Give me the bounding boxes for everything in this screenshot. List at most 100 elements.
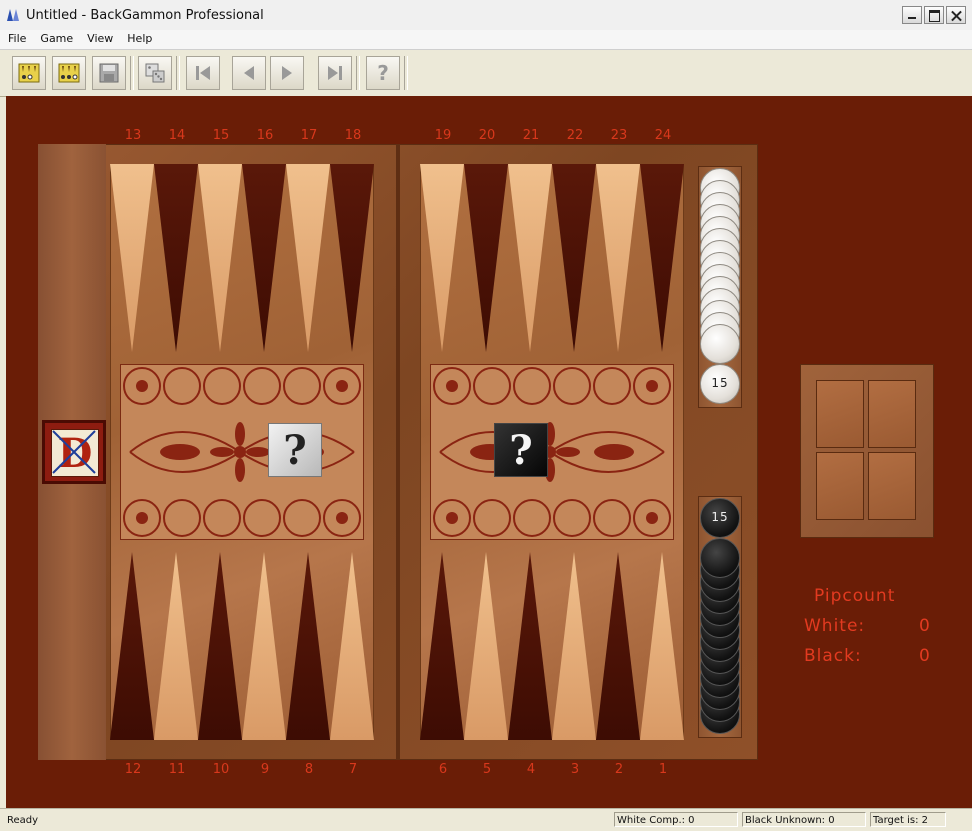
point-2[interactable] [596,552,640,740]
white-checker [700,324,740,364]
point-number: 21 [522,128,540,143]
point-13[interactable] [110,164,154,352]
dice-box[interactable] [800,364,934,538]
toolbar-separator [130,56,134,90]
title-bar: Untitled - BackGammon Professional [0,0,972,31]
point-number: 12 [124,762,142,777]
black-bearoff-tray[interactable]: 15 [698,496,742,738]
point-20[interactable] [464,164,508,352]
point-19[interactable] [420,164,464,352]
doubling-cube[interactable]: D [42,420,106,484]
point-number: 22 [566,128,584,143]
point-7[interactable] [330,552,374,740]
hint-button[interactable]: ? [366,56,400,90]
status-bar: Ready White Comp.: 0 Black Unknown: 0 Ta… [0,808,972,831]
point-number: 16 [256,128,274,143]
dice-box-cell [816,452,864,520]
minimize-button[interactable] [902,6,922,24]
menu-game[interactable]: Game [32,30,79,45]
cube-disabled-cross-icon [52,430,96,474]
close-button[interactable] [946,6,966,24]
point-1[interactable] [640,552,684,740]
last-move-icon [328,66,342,80]
point-number: 24 [654,128,672,143]
help-icon: ? [377,62,389,84]
next-move-button[interactable] [270,56,304,90]
point-number: 8 [304,762,314,777]
point-23[interactable] [596,164,640,352]
point-10[interactable] [198,552,242,740]
pipcount-black-value: 0 [919,646,931,666]
pipcount-black-label: Black: [804,646,862,666]
point-12[interactable] [110,552,154,740]
dice-box-cell [868,380,916,448]
first-move-button[interactable] [186,56,220,90]
point-3[interactable] [552,552,596,740]
new-match-button[interactable] [52,56,86,90]
svg-text:?: ? [377,62,389,84]
white-off-count: 15 [711,376,729,390]
point-number: 4 [526,762,536,777]
next-move-icon [282,66,292,80]
new-game-button[interactable] [12,56,46,90]
pipcount-title: Pipcount [814,586,896,606]
point-9[interactable] [242,552,286,740]
point-14[interactable] [154,164,198,352]
point-6[interactable] [420,552,464,740]
point-number: 10 [212,762,230,777]
maximize-button[interactable] [924,6,944,24]
point-22[interactable] [552,164,596,352]
point-number: 3 [570,762,580,777]
black-die[interactable]: ? [494,423,548,477]
point-number: 6 [438,762,448,777]
previous-move-button[interactable] [232,56,266,90]
menu-file[interactable]: File [0,30,32,45]
roll-dice-button[interactable] [138,56,172,90]
point-5[interactable] [464,552,508,740]
point-number: 17 [300,128,318,143]
point-17[interactable] [286,164,330,352]
point-number: 1 [658,762,668,777]
point-number: 9 [260,762,270,777]
menu-bar: File Game View Help [0,30,972,50]
point-number: 2 [614,762,624,777]
point-16[interactable] [242,164,286,352]
point-21[interactable] [508,164,552,352]
status-ready: Ready [7,815,39,826]
toolbar-separator [356,56,360,90]
point-8[interactable] [286,552,330,740]
menu-help[interactable]: Help [119,30,158,45]
point-number: 5 [482,762,492,777]
game-area: 13 14 15 16 17 18 19 20 21 22 23 24 ? ? … [6,96,972,808]
point-18[interactable] [330,164,374,352]
toolbar-separator [176,56,180,90]
point-11[interactable] [154,552,198,740]
board-right-half: ? [420,164,684,740]
new-match-icon [58,63,80,83]
pipcount-white-value: 0 [919,616,931,636]
board-left-half: ? [110,164,374,740]
white-bearoff-tray[interactable]: 15 [698,166,742,408]
point-4[interactable] [508,552,552,740]
pipcount-white-label: White: [804,616,866,636]
point-number: 20 [478,128,496,143]
dice-icon [145,63,165,83]
point-24[interactable] [640,164,684,352]
white-die[interactable]: ? [268,423,322,477]
previous-move-icon [244,66,254,80]
ornament-panel [430,364,674,540]
backgammon-board: ? ? 15 15 [38,144,758,760]
last-move-button[interactable] [318,56,352,90]
dice-box-cell [816,380,864,448]
point-number: 7 [348,762,358,777]
menu-view[interactable]: View [79,30,119,45]
status-target: Target is: 2 [870,812,946,827]
save-button[interactable] [92,56,126,90]
status-white: White Comp.: 0 [614,812,738,827]
first-move-icon [196,66,210,80]
black-checker [700,538,740,578]
dice-box-cell [868,452,916,520]
point-number: 13 [124,128,142,143]
point-number: 18 [344,128,362,143]
point-15[interactable] [198,164,242,352]
